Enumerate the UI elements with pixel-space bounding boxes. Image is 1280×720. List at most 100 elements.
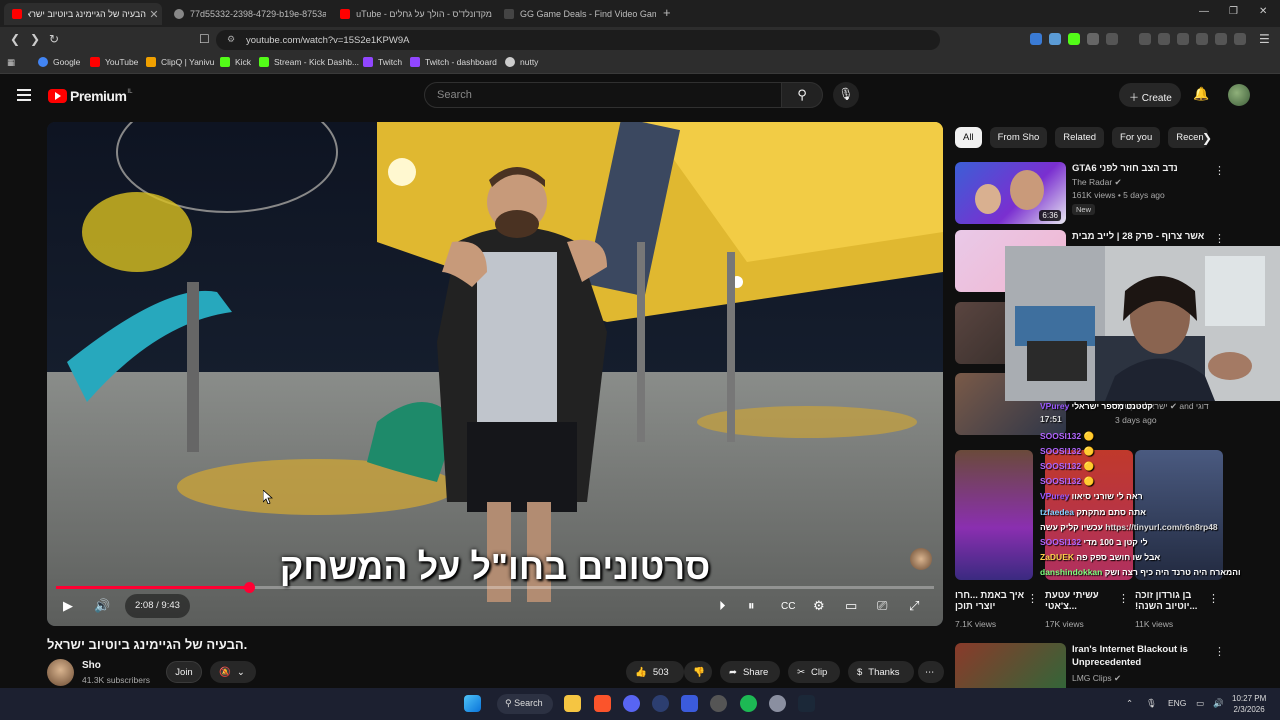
new-tab-icon[interactable]: + — [663, 5, 671, 20]
recommendation-item[interactable]: Iran's Internet Blackout is Unprecedente… — [955, 643, 1225, 688]
recommendation-title[interactable]: נדב הצב חוזר לפני GTA6 — [1072, 162, 1212, 175]
bookmark-google[interactable]: Google — [38, 57, 80, 67]
chip-from-sho[interactable]: From Sho — [989, 127, 1048, 148]
more-vertical-icon[interactable]: ⋮ — [1208, 592, 1219, 605]
search-button[interactable]: ⚲ — [781, 82, 823, 108]
taskbar-search[interactable]: ⚲ Search — [497, 694, 553, 714]
tab-mcdonalds[interactable]: מקדונלד'ס - הולך על גחלים - YouTube — [332, 3, 492, 25]
address-bar[interactable]: ⚙ youtube.com/watch?v=15S2e1KPW9A — [216, 30, 940, 50]
reload-icon[interactable]: ↻ — [49, 32, 59, 46]
restore-icon[interactable]: ❐ — [1229, 6, 1238, 17]
subscribed-notifications-button[interactable]: 🔕 ⌄ — [210, 661, 256, 683]
tab-uuid[interactable]: 77d55332-2398-4729-b19e-8753ab — [166, 3, 326, 25]
dislike-button[interactable]: 👎 — [684, 661, 712, 683]
fullscreen-icon[interactable]: ⤢ — [909, 598, 919, 614]
music-icon[interactable] — [1158, 33, 1170, 45]
create-button[interactable]: ＋ Create — [1119, 83, 1181, 107]
tab-gg-deals[interactable]: GG Game Deals - Find Video Games On — [496, 3, 656, 25]
back-icon[interactable]: ❮ — [10, 32, 20, 46]
bookmark-kick[interactable]: Kick — [220, 57, 251, 67]
app-icon[interactable] — [710, 695, 727, 712]
bookmark-nutty[interactable]: nutty — [505, 57, 538, 67]
sidebar-icon[interactable] — [1177, 33, 1189, 45]
network-icon[interactable]: ▭ — [1196, 698, 1204, 709]
autoplay-toggle-icon[interactable]: ⏵ — [719, 598, 726, 614]
channel-avatar[interactable] — [47, 659, 74, 686]
share-button[interactable]: ➦ Share — [720, 661, 780, 683]
menu-icon[interactable]: ☰ — [1259, 32, 1270, 46]
settings-gear-icon[interactable]: ⚙ — [813, 598, 825, 614]
short-title[interactable]: עשיתי עטעת ...צ'אטי — [1045, 590, 1125, 612]
short-title[interactable]: איך באמת ...חרו יוצרי תוכן — [955, 590, 1035, 612]
bookmark-twitch-dashboard[interactable]: Twitch - dashboard — [410, 57, 497, 67]
play-icon[interactable]: ▶ — [63, 598, 73, 614]
volume-icon[interactable]: 🔊 — [94, 598, 110, 614]
chip-all[interactable]: All — [955, 127, 982, 148]
chips-next-icon[interactable]: ❯ — [1202, 131, 1212, 145]
like-button[interactable]: 👍 503 — [626, 661, 684, 683]
recommendation-title[interactable]: אשר צרוף - פרק 28 | לייב מבית — [1072, 230, 1212, 243]
tray-chevron-icon[interactable]: ⌃ — [1126, 698, 1133, 709]
wallet-icon[interactable] — [1196, 33, 1208, 45]
extension-icon[interactable] — [1030, 33, 1042, 45]
apps-grid-icon[interactable]: ▦ — [7, 57, 15, 68]
chip-related[interactable]: Related — [1055, 127, 1105, 148]
steam-icon[interactable] — [798, 695, 815, 712]
bookmark-twitch[interactable]: Twitch — [363, 57, 402, 67]
bookmark-kick-dashboard[interactable]: Stream - Kick Dashb... — [259, 57, 359, 67]
search-input[interactable]: Search — [424, 82, 782, 108]
microphone-tray-icon[interactable]: 🎙 — [1146, 698, 1157, 709]
kick-extension-icon[interactable] — [1068, 33, 1080, 45]
forward-icon[interactable]: ❯ — [30, 32, 40, 46]
tab-active-video[interactable]: הבעיה של הגיימינג ביוטיוב ישראל ✕ — [4, 3, 162, 25]
video-player[interactable]: סרטונים בחו"ל על המשחק ▶ 🔊 2:08 / 9:43 ⏵… — [47, 122, 943, 626]
youtube-premium-logo[interactable]: Premium IL — [48, 88, 132, 104]
video-thumbnail[interactable] — [955, 643, 1066, 688]
language-indicator[interactable]: ENG — [1168, 698, 1186, 708]
volume-tray-icon[interactable]: 🔊 — [1213, 698, 1224, 709]
discord-icon[interactable] — [623, 695, 640, 712]
more-vertical-icon[interactable]: ⋮ — [1214, 232, 1225, 245]
short-title[interactable]: בן גורדון זוכה ...יוטיוב השנה! — [1135, 590, 1215, 612]
join-button[interactable]: Join — [166, 661, 202, 683]
recommendation-channel[interactable]: The Radar ✔ — [1072, 177, 1122, 188]
miniplayer-icon[interactable]: ▭ — [845, 598, 857, 614]
translate-icon[interactable] — [1049, 33, 1061, 45]
more-vertical-icon[interactable]: ⋮ — [1118, 592, 1129, 605]
pause-icon[interactable]: ⏸ — [748, 598, 755, 614]
channel-watermark[interactable] — [910, 548, 932, 570]
obs-icon[interactable] — [769, 695, 786, 712]
channel-name[interactable]: Sho — [82, 660, 101, 671]
more-vertical-icon[interactable]: ⋮ — [1027, 592, 1038, 605]
app-icon[interactable] — [681, 695, 698, 712]
bookmark-icon[interactable]: ☐ — [199, 32, 210, 46]
bookmark-youtube[interactable]: YouTube — [90, 57, 138, 67]
video-thumbnail[interactable]: 6:36 — [955, 162, 1066, 224]
app-icon[interactable] — [652, 695, 669, 712]
account-avatar[interactable] — [1228, 84, 1250, 106]
recommendation-item[interactable]: 6:36 נדב הצב חוזר לפני GTA6 The Radar ✔ … — [955, 162, 1225, 226]
spotify-icon[interactable] — [740, 695, 757, 712]
notifications-bell-icon[interactable]: 🔔 — [1193, 86, 1209, 102]
shield-icon[interactable] — [1234, 33, 1246, 45]
more-actions-button[interactable]: ⋯ — [918, 661, 944, 683]
captions-icon[interactable]: CC — [781, 601, 795, 612]
screenshot-icon[interactable] — [1106, 33, 1118, 45]
file-explorer-icon[interactable] — [564, 695, 581, 712]
windows-start-icon[interactable] — [464, 695, 481, 712]
chip-for-you[interactable]: For you — [1112, 127, 1161, 148]
bookmark-clipq[interactable]: ClipQ | Yanivu — [146, 57, 214, 67]
leo-icon[interactable] — [1215, 33, 1227, 45]
site-settings-icon[interactable]: ⚙ — [227, 34, 235, 45]
more-vertical-icon[interactable]: ⋮ — [1214, 645, 1225, 658]
brave-browser-icon[interactable] — [594, 695, 611, 712]
recommendation-channel[interactable]: LMG Clips ✔ — [1072, 673, 1121, 684]
menu-hamburger-icon[interactable] — [17, 89, 31, 104]
progress-bar[interactable] — [56, 582, 934, 593]
download-icon[interactable] — [1139, 33, 1151, 45]
close-tab-icon[interactable]: ✕ — [146, 8, 162, 21]
recommendation-title[interactable]: Iran's Internet Blackout is Unprecedente… — [1072, 643, 1212, 669]
puzzle-icon[interactable] — [1087, 33, 1099, 45]
system-clock[interactable]: 10:27 PM 2/3/2026 — [1232, 693, 1266, 715]
minimize-icon[interactable]: — — [1199, 6, 1209, 17]
